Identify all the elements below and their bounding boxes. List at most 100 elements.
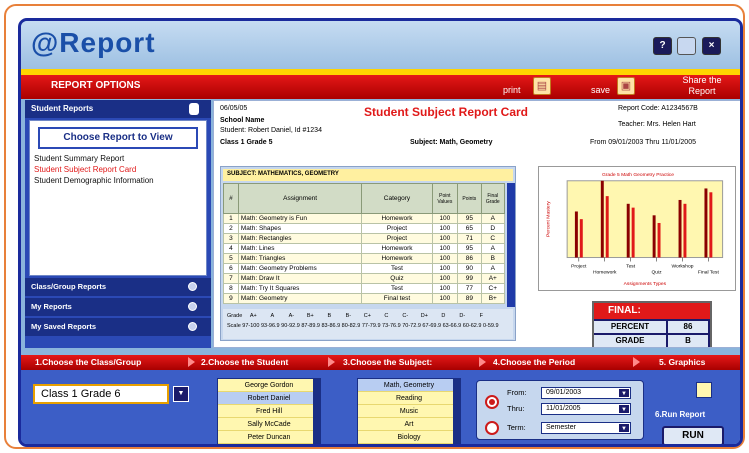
list-item-selected[interactable]: Math, Geometry (358, 379, 460, 392)
student-list[interactable]: George Gordon Robert Daniel Fred Hill Sa… (217, 378, 321, 444)
list-item[interactable]: Biology (358, 431, 460, 444)
list-item[interactable]: Music (358, 405, 460, 418)
grade-letter: B+ (306, 313, 314, 319)
table-cell: 8 (223, 283, 239, 294)
app-window: @Report ? × REPORT OPTIONS print ▤ save … (18, 18, 743, 447)
print-button[interactable]: print ▤ (503, 75, 563, 99)
grade-letter: C+ (363, 313, 371, 319)
thru-date-field[interactable]: 11/01/2005 ▼ (541, 403, 631, 415)
section-label: Class/Group Reports (31, 282, 107, 291)
save-icon: ▣ (617, 77, 635, 95)
table-row[interactable]: 5 Math: Triangles Homework 100 86 B (223, 253, 506, 264)
scale-label: Scale (227, 323, 241, 329)
grade-value: B (668, 335, 708, 347)
print-label: print (503, 85, 521, 95)
class-select[interactable]: Class 1 Grade 6 ▼ (33, 384, 189, 404)
sidebar-section-class-group[interactable]: Class/Group Reports (25, 278, 211, 296)
report-list-panel: Choose Report to View Student Summary Re… (29, 120, 207, 276)
chart-bar (626, 203, 630, 258)
table-cell: Math: Shapes (237, 223, 363, 234)
chart-bar (631, 207, 635, 258)
chart-bar (579, 219, 583, 258)
maximize-button[interactable] (677, 37, 696, 55)
table-row[interactable]: 7 Math: Draw It Quiz 100 99 A+ (223, 273, 506, 284)
sidebar-header[interactable]: Student Reports (25, 100, 211, 118)
step-5-label: 5. Graphics (659, 357, 706, 367)
subject-list[interactable]: Math, Geometry Reading Music Art Biology (357, 378, 461, 444)
list-item[interactable]: Peter Duncan (218, 431, 320, 444)
options-panel: Class 1 Grade 6 ▼ George Gordon Robert D… (21, 370, 740, 444)
final-title: FINAL: (594, 303, 710, 319)
list-item-selected[interactable]: Robert Daniel (218, 392, 320, 405)
share-report-button[interactable]: Share the Report (680, 75, 724, 97)
sidebar-section-my-reports[interactable]: My Reports (25, 298, 211, 316)
table-cell: Math: Triangles (237, 253, 363, 264)
term-radio[interactable] (485, 421, 499, 435)
table-row[interactable]: 6 Math: Geometry Problems Test 100 90 A (223, 263, 506, 274)
term-label: Term: (507, 423, 526, 432)
run-button[interactable]: RUN (662, 426, 724, 444)
table-row[interactable]: 4 Math: Lines Homework 100 95 A (223, 243, 506, 254)
table-cell: Math: Geometry (237, 293, 363, 304)
term-value: Semester (546, 424, 576, 431)
tick-label: Homework (593, 269, 617, 275)
chart-bar (709, 192, 713, 258)
table-cell: 77 (457, 283, 482, 294)
table-cell: 65 (457, 223, 482, 234)
printer-icon: ▤ (533, 77, 551, 95)
choose-report-title: Choose Report to View (38, 127, 198, 149)
save-button[interactable]: save ▣ (591, 75, 651, 99)
from-date-field[interactable]: 09/01/2003 ▼ (541, 387, 631, 399)
list-item[interactable]: Sally McCade (218, 418, 320, 431)
final-grade-panel: FINAL: PERCENT 86 GRADE B (592, 301, 712, 347)
section-label: My Saved Reports (31, 322, 97, 331)
table-cell: 90 (457, 263, 482, 274)
chevron-down-icon[interactable]: ▼ (173, 386, 189, 402)
table-row[interactable]: 8 Math: Try It Squares Test 100 77 C+ (223, 283, 506, 294)
sidebar-toggle-icon[interactable] (189, 103, 199, 115)
chevron-down-icon[interactable]: ▼ (618, 388, 630, 398)
sidebar-section-saved-reports[interactable]: My Saved Reports (25, 318, 211, 336)
table-cell: 86 (457, 253, 482, 264)
help-button[interactable]: ? (653, 37, 672, 55)
table-cell: 4 (223, 243, 239, 254)
table-row[interactable]: 1 Math: Geometry is Fun Homework 100 95 A (223, 213, 506, 224)
table-cell: 5 (223, 253, 239, 264)
table-row[interactable]: 3 Math: Rectangles Project 100 71 C (223, 233, 506, 244)
term-select[interactable]: Semester ▼ (541, 422, 631, 434)
table-cell: 1 (223, 213, 239, 224)
list-scrollbar[interactable] (453, 379, 460, 444)
list-item[interactable]: Reading (358, 392, 460, 405)
chevron-down-icon[interactable]: ▼ (618, 404, 630, 414)
table-cell: A (480, 263, 506, 274)
table-cell: 100 (431, 213, 459, 224)
sidebar-item-summary-report[interactable]: Student Summary Report (30, 153, 206, 164)
scale-row: Scale 97-100 93-96.9 90-92.9 87-89.9 83-… (227, 321, 509, 331)
close-button[interactable]: × (702, 37, 721, 55)
list-item[interactable]: Fred Hill (218, 405, 320, 418)
date-range-radio[interactable] (485, 395, 499, 409)
grid-scrollbar[interactable] (507, 183, 515, 307)
sidebar-item-demographic-info[interactable]: Student Demographic Information (30, 175, 206, 186)
sidebar-item-subject-report-card[interactable]: Student Subject Report Card (30, 164, 206, 175)
expand-icon (188, 322, 197, 331)
step-arrow-icon (479, 357, 486, 367)
graphics-checkbox[interactable] (696, 382, 712, 398)
step-arrow-icon (328, 357, 335, 367)
table-cell: 2 (223, 223, 239, 234)
list-item[interactable]: George Gordon (218, 379, 320, 392)
assignment-grid: SUBJECT: MATHEMATICS, GEOMETRY # Assignm… (220, 166, 516, 341)
chart-bar (652, 215, 656, 258)
list-item[interactable]: Art (358, 418, 460, 431)
from-label: From: (507, 388, 527, 397)
table-cell: Project (361, 233, 433, 244)
table-row[interactable]: 2 Math: Shapes Project 100 65 D (223, 223, 506, 234)
step-2-label: 2.Choose the Student (201, 357, 289, 367)
list-scrollbar[interactable] (313, 379, 320, 444)
section-label: My Reports (31, 302, 72, 311)
run-report-label: 6.Run Report (655, 410, 706, 419)
chevron-down-icon[interactable]: ▼ (618, 423, 630, 433)
table-cell: Homework (361, 213, 433, 224)
table-cell: Test (361, 283, 433, 294)
table-row[interactable]: 9 Math: Geometry Final test 100 89 B+ (223, 293, 506, 304)
